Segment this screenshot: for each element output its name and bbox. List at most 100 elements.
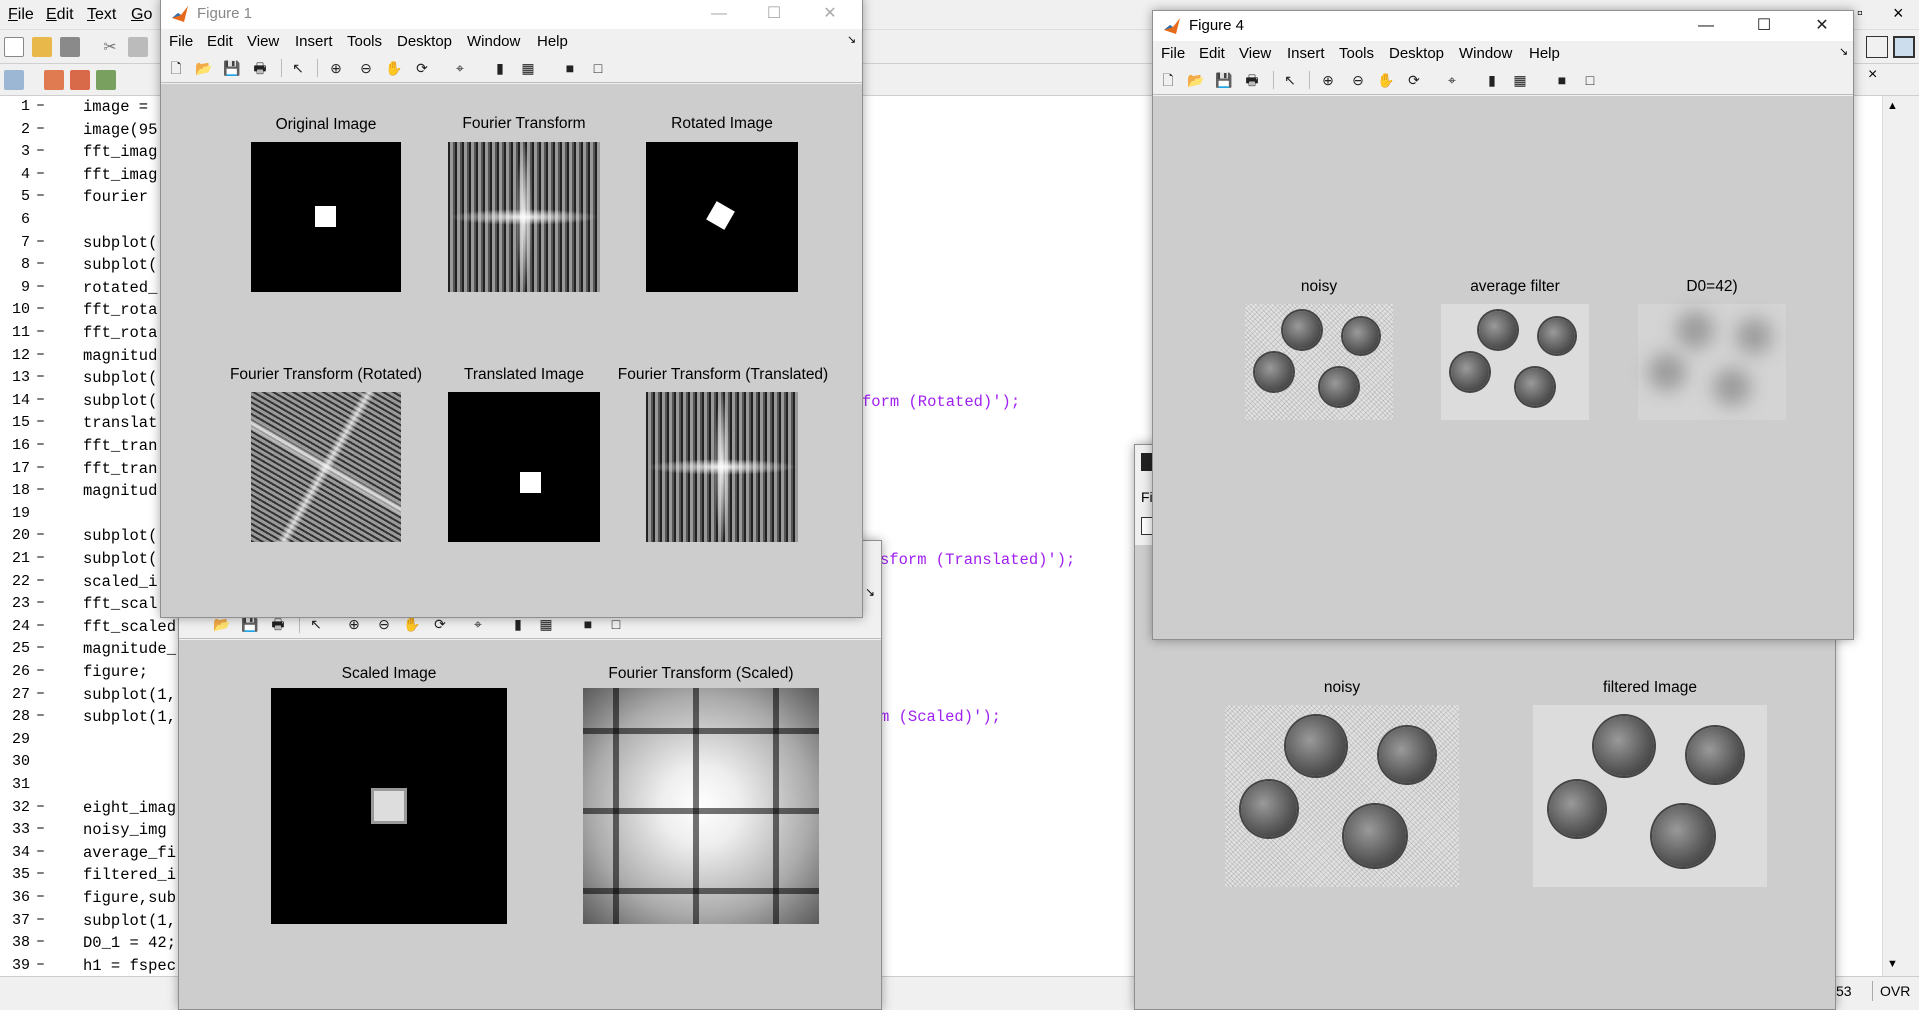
menu-text[interactable]: Text xyxy=(87,6,116,24)
maximize-button[interactable]: ☐ xyxy=(751,0,797,29)
pointer-icon[interactable]: ↖ xyxy=(1281,71,1299,89)
new-figure-icon[interactable]: 🗋 xyxy=(1159,71,1177,89)
maximize-button[interactable]: ☐ xyxy=(1741,11,1787,41)
menu-help[interactable]: Help xyxy=(537,33,568,50)
breakpoint-marker[interactable]: – xyxy=(36,617,45,634)
colorbar-icon[interactable]: ▮ xyxy=(1483,71,1501,89)
menu-edit[interactable]: Edit xyxy=(207,33,233,50)
breakpoint-marker[interactable]: – xyxy=(36,233,45,250)
breakpoint-marker[interactable]: – xyxy=(36,843,45,860)
pan-icon[interactable]: ✋ xyxy=(1377,71,1395,89)
breakpoint-marker[interactable]: – xyxy=(36,368,45,385)
scroll-down-icon[interactable]: ▼ xyxy=(1887,958,1898,970)
figure4-window[interactable]: Figure 4 — ☐ ✕ File Edit View Insert Too… xyxy=(1152,10,1854,640)
data-cursor-icon[interactable]: ⌖ xyxy=(1443,71,1461,89)
close-doc-icon[interactable]: × xyxy=(1868,66,1877,84)
menu-help[interactable]: Help xyxy=(1529,45,1560,62)
show-tools-icon[interactable]: □ xyxy=(1581,71,1599,89)
breakpoint-marker[interactable]: – xyxy=(36,255,45,272)
breakpoint-marker[interactable]: – xyxy=(36,707,45,724)
new-file-icon[interactable] xyxy=(4,37,24,57)
open-icon[interactable]: 📂 xyxy=(195,59,213,77)
breakpoint-marker[interactable]: – xyxy=(36,572,45,589)
breakpoint-marker[interactable]: – xyxy=(36,549,45,566)
pointer-icon[interactable]: ↖ xyxy=(289,59,307,77)
menu-insert[interactable]: Insert xyxy=(1287,45,1325,62)
hide-tools-icon[interactable]: ■ xyxy=(1553,71,1571,89)
breakpoint-marker[interactable]: – xyxy=(36,639,45,656)
menu-desktop[interactable]: Desktop xyxy=(397,33,452,50)
rotate-icon[interactable]: ⟳ xyxy=(1405,71,1423,89)
breakpoint-marker[interactable]: – xyxy=(36,413,45,430)
menu-window[interactable]: Window xyxy=(467,33,520,50)
save-icon[interactable]: 💾 xyxy=(1215,71,1233,89)
new-figure-icon[interactable]: 🗋 xyxy=(167,59,185,77)
zoom-out-icon[interactable]: ⊖ xyxy=(1349,71,1367,89)
zoom-in-icon[interactable]: ⊕ xyxy=(327,59,345,77)
breakpoint-marker[interactable]: – xyxy=(36,165,45,182)
close-button[interactable]: ✕ xyxy=(1799,11,1845,41)
breakpoint-marker[interactable]: – xyxy=(36,933,45,950)
restore-icon[interactable]: ▫ xyxy=(1857,5,1863,23)
cut-icon[interactable]: ✂ xyxy=(100,37,120,57)
rotate-icon[interactable]: ⟳ xyxy=(413,59,431,77)
breakpoint-marker[interactable]: – xyxy=(36,120,45,137)
data-cursor-icon[interactable]: ⌖ xyxy=(451,59,469,77)
breakpoint-marker[interactable]: – xyxy=(36,662,45,679)
breakpoint-marker[interactable]: – xyxy=(36,391,45,408)
minimize-button[interactable]: — xyxy=(696,0,742,29)
breakpoint-marker[interactable]: – xyxy=(36,865,45,882)
menu-tools[interactable]: Tools xyxy=(347,33,382,50)
menu-tools[interactable]: Tools xyxy=(1339,45,1374,62)
colorbar-icon[interactable]: ▮ xyxy=(491,59,509,77)
breakpoint-marker[interactable]: – xyxy=(36,323,45,340)
breakpoint-marker[interactable]: – xyxy=(36,459,45,476)
minimize-button[interactable]: — xyxy=(1683,11,1729,41)
save-icon[interactable] xyxy=(60,37,80,57)
breakpoint-marker[interactable]: – xyxy=(36,97,45,114)
dock-arrow-icon[interactable]: ↘ xyxy=(847,33,856,46)
figure1-window[interactable]: Figure 1 — ☐ ✕ File Edit View Insert Too… xyxy=(160,0,863,618)
breakpoint-marker[interactable]: – xyxy=(36,187,45,204)
breakpoint-marker[interactable]: – xyxy=(36,300,45,317)
dock-arrow-icon[interactable]: ↘ xyxy=(865,585,875,599)
breakpoint-marker[interactable]: – xyxy=(36,526,45,543)
close-icon[interactable]: × xyxy=(1893,3,1904,24)
copy-icon[interactable] xyxy=(128,37,148,57)
close-button[interactable]: ✕ xyxy=(807,0,853,29)
breakpoint-marker[interactable]: – xyxy=(36,685,45,702)
breakpoint-marker[interactable]: – xyxy=(36,346,45,363)
legend-icon[interactable]: ▦ xyxy=(519,59,537,77)
breakpoint-marker[interactable]: – xyxy=(36,820,45,837)
pan-icon[interactable]: ✋ xyxy=(385,59,403,77)
menu-file[interactable]: File xyxy=(169,33,193,50)
undock-icon[interactable] xyxy=(1866,36,1888,58)
menu-window[interactable]: Window xyxy=(1459,45,1512,62)
comment-icon[interactable] xyxy=(70,70,90,90)
cell-icon[interactable] xyxy=(4,70,24,90)
indent-icon[interactable] xyxy=(96,70,116,90)
hide-tools-icon[interactable]: ■ xyxy=(561,59,579,77)
breakpoint-marker[interactable]: – xyxy=(36,888,45,905)
menu-desktop[interactable]: Desktop xyxy=(1389,45,1444,62)
editor-scrollbar[interactable]: ▲ ▼ xyxy=(1882,96,1902,976)
breakpoint-marker[interactable]: – xyxy=(36,481,45,498)
zoom-in-icon[interactable]: ⊕ xyxy=(1319,71,1337,89)
menu-insert[interactable]: Insert xyxy=(295,33,333,50)
breakpoint-marker[interactable]: – xyxy=(36,594,45,611)
print-icon[interactable]: 🖶 xyxy=(251,59,269,77)
breakpoint-marker[interactable]: – xyxy=(36,798,45,815)
breakpoint-marker[interactable]: – xyxy=(36,911,45,928)
menu-file[interactable]: File xyxy=(8,6,34,24)
breakpoint-marker[interactable]: – xyxy=(36,956,45,973)
scroll-up-icon[interactable]: ▲ xyxy=(1887,100,1898,112)
show-tools-icon[interactable]: □ xyxy=(589,59,607,77)
save-icon[interactable]: 💾 xyxy=(223,59,241,77)
dock-icon[interactable] xyxy=(1893,36,1915,58)
menu-view[interactable]: View xyxy=(1239,45,1271,62)
breakpoint-marker[interactable]: – xyxy=(36,436,45,453)
insert-icon[interactable] xyxy=(44,70,64,90)
zoom-out-icon[interactable]: ⊖ xyxy=(357,59,375,77)
menu-go[interactable]: Go xyxy=(131,6,152,24)
menu-view[interactable]: View xyxy=(247,33,279,50)
